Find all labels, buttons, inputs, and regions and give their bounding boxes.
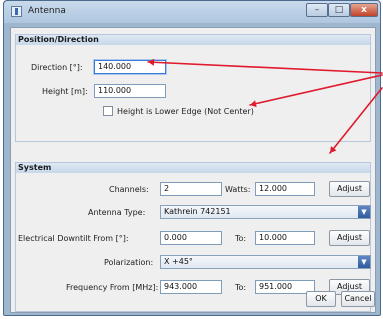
antenna-app-icon [11, 6, 22, 17]
downtilt-adjust-button[interactable]: Adjust [329, 230, 370, 246]
downtilt-to-label: To: [235, 234, 247, 243]
antenna-type-label: Antenna Type: [88, 208, 146, 217]
channels-input[interactable]: 2 [160, 182, 222, 196]
polarization-select[interactable]: X +45° ▼ [160, 255, 371, 269]
antenna-type-select[interactable]: Kathrein 742151 ▼ [160, 205, 371, 219]
ok-button[interactable]: OK [306, 291, 336, 307]
downtilt-label: Electrical Downtilt From [°]: [18, 234, 129, 243]
window-title: Antenna [28, 6, 66, 16]
direction-label: Direction [°]: [31, 63, 83, 72]
polarization-value: X +45° [164, 257, 193, 266]
height-input[interactable]: 110.000 [94, 84, 166, 98]
frequency-from-input[interactable]: 943.000 [160, 280, 222, 294]
position-direction-section: Position/Direction Direction [°]: 140.00… [15, 34, 371, 142]
antenna-type-value: Kathrein 742151 [164, 207, 231, 216]
watts-input[interactable]: 12.000 [255, 182, 315, 196]
maximize-button[interactable]: □ [328, 3, 350, 17]
cancel-button[interactable]: Cancel [341, 291, 375, 307]
system-header: System [16, 163, 370, 173]
frequency-label: Frequency From [MHz]: [66, 283, 159, 292]
title-bar[interactable]: Antenna – □ x [4, 1, 380, 23]
watts-label: Watts: [225, 185, 251, 194]
lower-edge-checkbox[interactable] [103, 106, 113, 116]
polarization-label: Polarization: [104, 258, 154, 267]
lower-edge-label: Height is Lower Edge (Not Center) [117, 107, 254, 116]
dropdown-arrow-icon[interactable]: ▼ [358, 256, 370, 268]
position-direction-header: Position/Direction [16, 35, 370, 45]
close-button[interactable]: x [350, 3, 378, 17]
downtilt-from-input[interactable]: 0.000 [160, 231, 222, 245]
minimize-button[interactable]: – [306, 3, 328, 17]
dialog-content: Position/Direction Direction [°]: 140.00… [10, 27, 376, 313]
downtilt-to-input[interactable]: 10.000 [255, 231, 315, 245]
dropdown-arrow-icon[interactable]: ▼ [358, 206, 370, 218]
channels-label: Channels: [109, 185, 149, 194]
direction-input[interactable]: 140.000 [94, 60, 166, 74]
system-section: System Channels: 2 Watts: 12.000 Adjust … [15, 162, 371, 312]
watts-adjust-button[interactable]: Adjust [329, 181, 370, 197]
height-label: Height [m]: [42, 87, 88, 96]
antenna-dialog: Antenna – □ x Position/Direction Directi… [3, 0, 381, 316]
frequency-to-label: To: [235, 283, 247, 292]
